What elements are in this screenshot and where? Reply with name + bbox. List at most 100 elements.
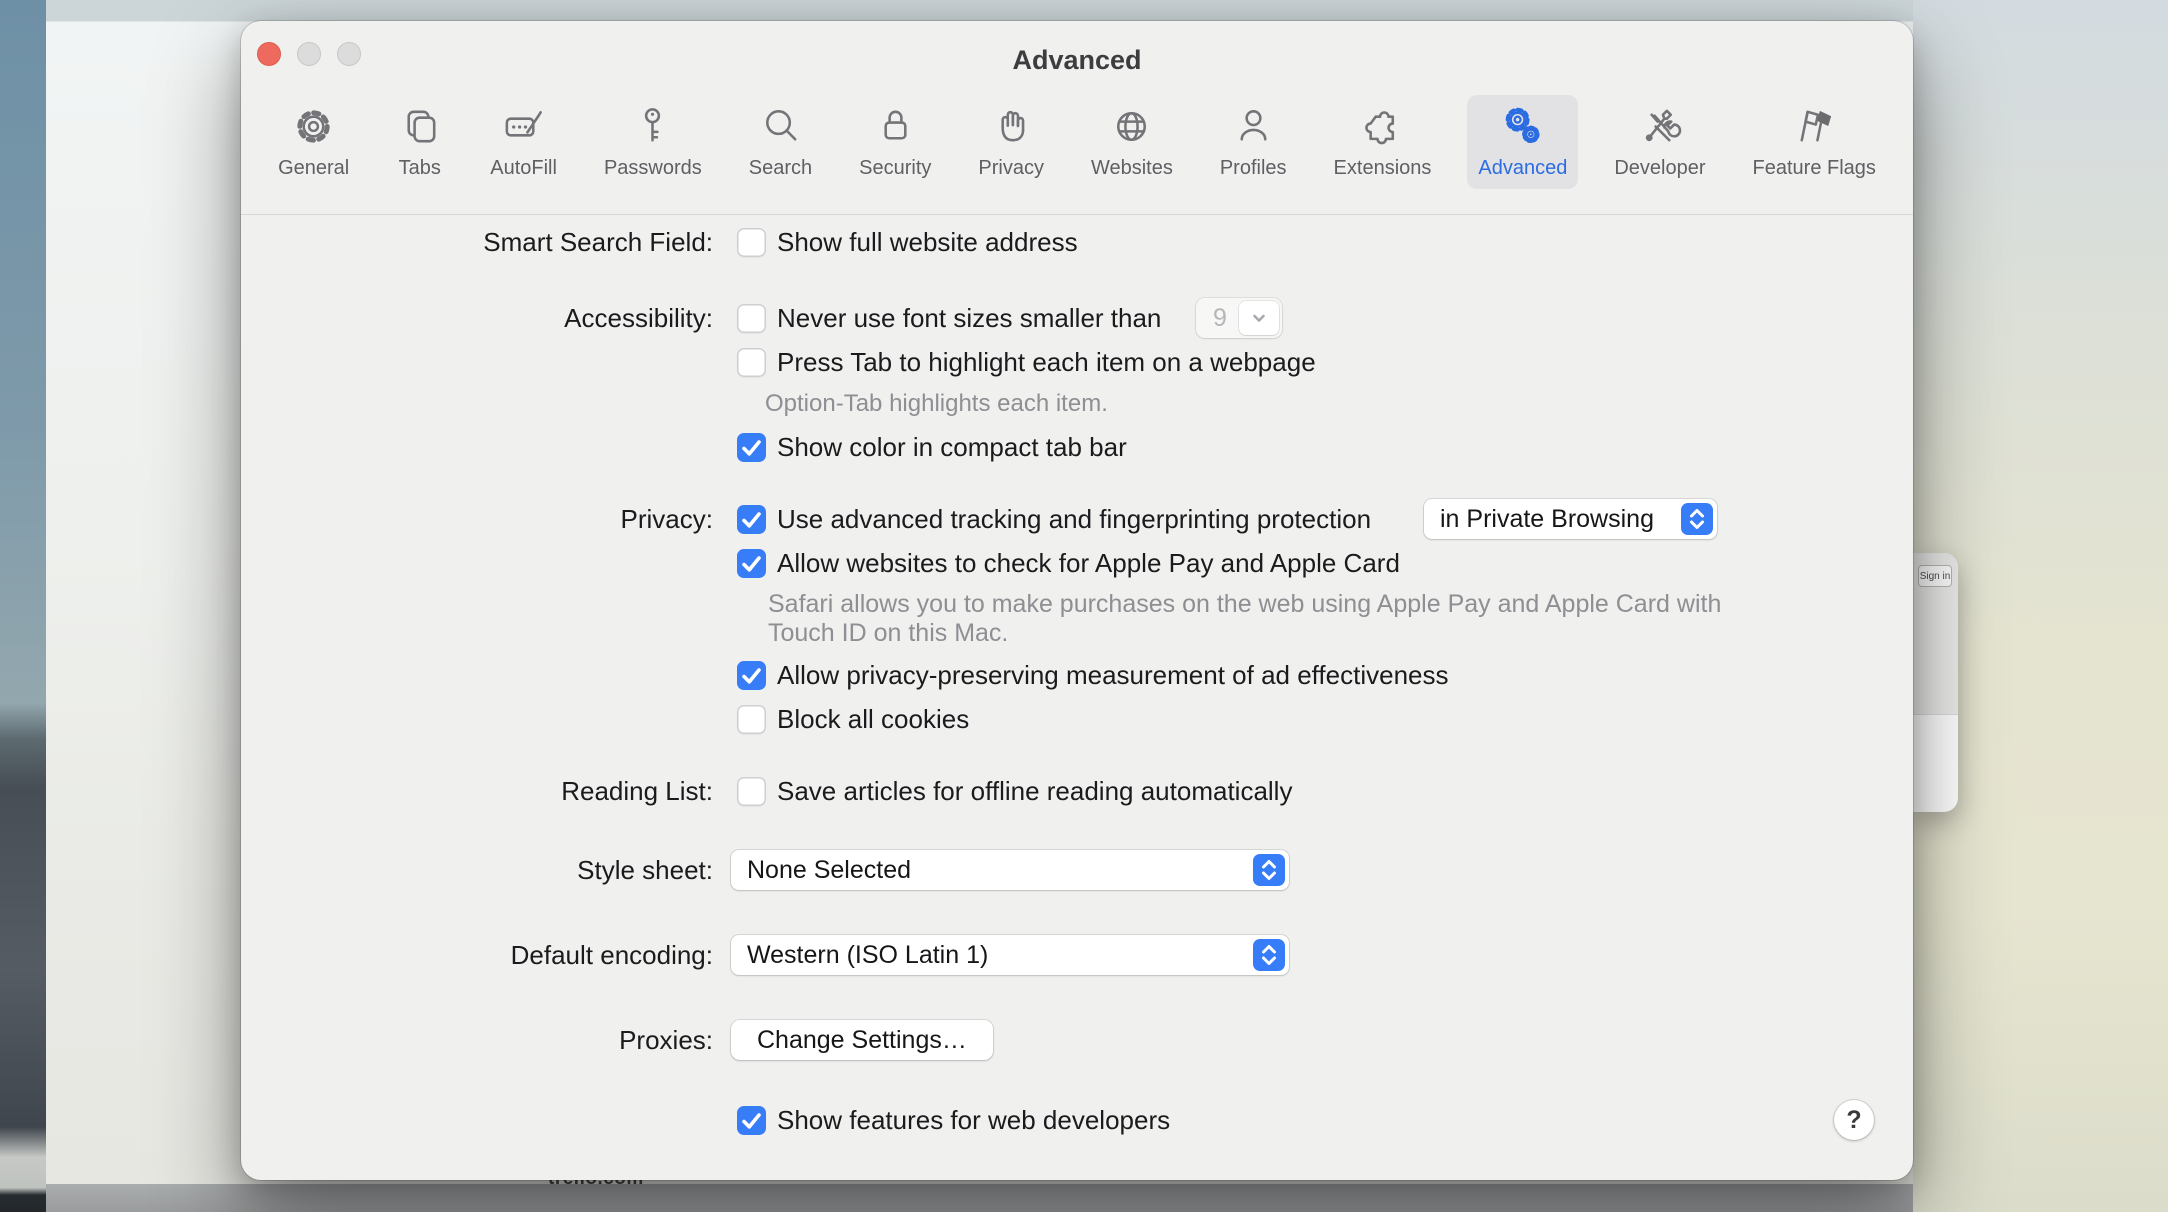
titlebar[interactable]: Advanced [241,21,1913,97]
tab-label: Advanced [1478,157,1567,180]
accessibility-row-3: Show color in compact tab bar [241,425,1913,469]
default-encoding-value: Western (ISO Latin 1) [747,941,988,970]
tab-privacy[interactable]: Privacy [967,95,1055,189]
offline-reading-checkbox[interactable] [737,777,766,806]
tracking-scope-value: in Private Browsing [1440,505,1654,534]
apple-pay-text: Allow websites to check for Apple Pay an… [777,548,1400,579]
settings-toolbar: General Tabs AutoFill Passwords [241,95,1913,215]
accessibility-row-1: Accessibility: Never use font sizes smal… [241,296,1913,340]
help-button[interactable]: ? [1834,1100,1874,1140]
gear-icon [290,103,337,155]
never-small-fonts-text: Never use font sizes smaller than [777,303,1161,334]
sign-in-button[interactable]: Sign in [1918,565,1952,587]
font-size-dropdown[interactable]: 9 [1196,298,1282,338]
change-settings-button[interactable]: Change Settings… [731,1020,993,1060]
flags-icon [1791,103,1838,155]
key-icon [629,103,676,155]
show-full-address-checkbox[interactable] [737,228,766,257]
tab-tabs[interactable]: Tabs [385,95,454,189]
tab-label: Privacy [978,157,1044,180]
reading-list-row: Reading List: Save articles for offline … [241,769,1913,813]
privacy-row-4: Block all cookies [241,697,1913,741]
background-signin-panel-header: Sign in [1913,553,1958,715]
tab-profiles[interactable]: Profiles [1209,95,1298,189]
person-icon [1230,103,1277,155]
style-sheet-select[interactable]: None Selected [731,850,1289,890]
block-cookies-checkbox[interactable] [737,705,766,734]
accessibility-row-2: Press Tab to highlight each item on a we… [241,340,1913,384]
settings-content: Smart Search Field: Show full website ad… [241,215,1913,1180]
default-encoding-label: Default encoding: [241,940,713,971]
tab-label: Tabs [399,157,441,180]
tab-feature-flags[interactable]: Feature Flags [1742,95,1887,189]
tab-developer[interactable]: Developer [1603,95,1716,189]
default-encoding-select[interactable]: Western (ISO Latin 1) [731,935,1289,975]
block-cookies-text: Block all cookies [777,704,969,735]
lock-icon [872,103,919,155]
tracking-protection-checkbox[interactable] [737,505,766,534]
tab-label: Profiles [1220,157,1287,180]
tab-label: AutoFill [490,157,557,180]
tab-label: Feature Flags [1753,157,1876,180]
tab-advanced[interactable]: Advanced [1467,95,1578,189]
web-developer-text: Show features for web developers [777,1105,1170,1136]
proxies-row: Proxies: Change Settings… [241,1018,1913,1062]
up-down-chevron-icon [1253,854,1285,886]
globe-icon [1108,103,1155,155]
desktop-wallpaper-landscape [0,0,46,1212]
tab-passwords[interactable]: Passwords [593,95,713,189]
reading-list-label: Reading List: [241,776,713,807]
press-tab-text: Press Tab to highlight each item on a we… [777,347,1316,378]
default-encoding-row: Default encoding: Western (ISO Latin 1) [241,933,1913,977]
window-title: Advanced [241,45,1913,76]
chevron-down-icon[interactable] [1239,301,1279,335]
press-tab-checkbox[interactable] [737,348,766,377]
privacy-row-2: Allow websites to check for Apple Pay an… [241,541,1913,585]
apple-pay-checkbox[interactable] [737,549,766,578]
tab-label: Websites [1091,157,1173,180]
privacy-row-3: Allow privacy-preserving measurement of … [241,653,1913,697]
tab-general[interactable]: General [267,95,360,189]
style-sheet-row: Style sheet: None Selected [241,848,1913,892]
style-sheet-label: Style sheet: [241,855,713,886]
show-color-tab-bar-checkbox[interactable] [737,433,766,462]
web-developer-checkbox[interactable] [737,1106,766,1135]
tab-label: Passwords [604,157,702,180]
font-size-value: 9 [1196,298,1244,338]
web-developer-row: Show features for web developers [241,1098,1913,1142]
hand-icon [988,103,1035,155]
smart-search-label: Smart Search Field: [241,227,713,258]
tab-label: Extensions [1334,157,1432,180]
tab-autofill[interactable]: AutoFill [479,95,568,189]
proxies-label: Proxies: [241,1025,713,1056]
tab-websites[interactable]: Websites [1080,95,1184,189]
tab-label: General [278,157,349,180]
tab-security[interactable]: Security [848,95,942,189]
tab-extensions[interactable]: Extensions [1323,95,1443,189]
style-sheet-value: None Selected [747,856,911,885]
tab-search[interactable]: Search [738,95,823,189]
press-tab-hint: Option-Tab highlights each item. [765,390,1108,418]
ad-measurement-checkbox[interactable] [737,661,766,690]
autofill-icon [500,103,547,155]
privacy-row-1: Privacy: Use advanced tracking and finge… [241,497,1913,541]
tab-label: Developer [1614,157,1705,180]
question-mark-icon: ? [1846,1106,1861,1135]
magnifier-icon [757,103,804,155]
tab-label: Search [749,157,812,180]
accessibility-label: Accessibility: [241,303,713,334]
background-signin-panel[interactable]: Sign in [1913,553,1958,812]
show-full-address-text: Show full website address [777,227,1078,258]
up-down-chevron-icon [1253,939,1285,971]
tab-label: Security [859,157,931,180]
tracking-protection-text: Use advanced tracking and fingerprinting… [777,504,1371,535]
ad-measurement-text: Allow privacy-preserving measurement of … [777,660,1449,691]
safari-settings-window: Advanced General Tabs AutoFill [241,21,1913,1180]
tools-icon [1636,103,1683,155]
privacy-label: Privacy: [241,504,713,535]
tabs-icon [396,103,443,155]
smart-search-row: Smart Search Field: Show full website ad… [241,220,1913,264]
tracking-scope-select[interactable]: in Private Browsing [1424,499,1717,539]
puzzle-icon [1359,103,1406,155]
never-small-fonts-checkbox[interactable] [737,304,766,333]
